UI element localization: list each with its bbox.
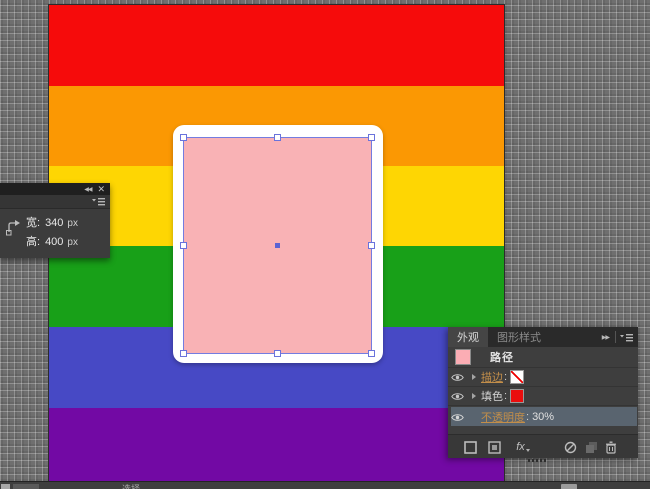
illustrator-workspace: ◀◀ ✕ 宽: 340 px	[0, 0, 650, 489]
opacity-row-content: 不透明度 : 30%	[448, 409, 638, 425]
visibility-toggle[interactable]	[448, 392, 466, 401]
stripe-red[interactable]	[49, 5, 504, 86]
opacity-row[interactable]: 不透明度 : 30%	[448, 406, 638, 428]
scrollbar-track-piece	[13, 484, 39, 489]
fill-colon: :	[504, 390, 507, 402]
opacity-colon: :	[526, 411, 529, 423]
selection-handle-w[interactable]	[180, 242, 187, 249]
delete-item-button[interactable]	[604, 440, 618, 454]
info-panel-body: 宽: 340 px 高: 400 px	[0, 209, 110, 258]
trash-icon	[605, 441, 617, 454]
duplicate-icon	[585, 441, 598, 454]
expand-panels-icon[interactable]: ▶▶	[598, 327, 613, 347]
fill-label: 填色	[481, 388, 503, 404]
add-new-fill-button[interactable]	[487, 440, 501, 454]
eye-icon	[451, 373, 464, 382]
panel-resize-grip[interactable]	[528, 459, 546, 462]
selection-handle-sw[interactable]	[180, 350, 187, 357]
height-unit: px	[67, 237, 78, 248]
clear-appearance-button[interactable]	[563, 440, 577, 454]
selection-center-point	[275, 243, 280, 248]
appearance-toolbar: fx	[448, 434, 638, 458]
status-bar: 选择	[0, 481, 650, 489]
selection-handle-e[interactable]	[368, 242, 375, 249]
collapse-panel-icon[interactable]: ◀◀	[84, 186, 91, 193]
width-value: 340	[45, 217, 63, 229]
tab-graphic-styles[interactable]: 图形样式	[488, 327, 550, 347]
horizontal-scrollbar-thumb[interactable]	[561, 484, 577, 489]
selection-handle-n[interactable]	[274, 134, 281, 141]
eye-icon	[451, 413, 464, 422]
duplicate-item-button[interactable]	[584, 440, 598, 454]
expand-fill-arrow[interactable]	[466, 393, 481, 399]
width-label: 宽:	[26, 217, 40, 229]
stroke-none-swatch[interactable]	[510, 370, 524, 384]
new-fill-icon	[488, 441, 501, 454]
add-effect-button[interactable]: fx	[512, 440, 534, 454]
panel-menu-icon[interactable]	[92, 197, 105, 206]
eye-icon	[451, 392, 464, 401]
visibility-toggle[interactable]	[448, 413, 466, 422]
scrollbar-corner	[1, 484, 10, 489]
selection-handle-nw[interactable]	[180, 134, 187, 141]
tab-appearance[interactable]: 外观	[448, 327, 488, 347]
expand-stroke-arrow[interactable]	[466, 374, 481, 380]
width-unit: px	[67, 218, 78, 229]
path-label: 路径	[490, 349, 514, 365]
width-readout: 宽: 340 px	[26, 214, 78, 230]
path-thumbnail-swatch	[455, 349, 471, 365]
tabbar-separator	[615, 331, 616, 343]
selection-handle-ne[interactable]	[368, 134, 375, 141]
tabbar-spacer	[550, 327, 598, 347]
close-icon[interactable]: ✕	[97, 185, 105, 194]
appearance-panel: 外观 图形样式 ▶▶ 路径	[448, 327, 638, 458]
fill-row[interactable]: 填色 :	[448, 387, 638, 406]
panel-menu-icon[interactable]	[618, 327, 638, 347]
transform-info-panel: ◀◀ ✕ 宽: 340 px	[0, 183, 110, 258]
opacity-value: 30%	[532, 411, 554, 423]
status-tool-label: 选择	[122, 482, 140, 489]
stroke-row[interactable]: 描边 :	[448, 368, 638, 387]
add-new-stroke-button[interactable]	[463, 440, 477, 454]
height-readout: 高: 400 px	[26, 233, 78, 249]
path-header-row[interactable]: 路径	[448, 347, 638, 368]
clear-icon	[564, 441, 577, 454]
fx-icon: fx	[516, 441, 525, 453]
stroke-colon: :	[504, 371, 507, 383]
stroke-link[interactable]: 描边	[481, 369, 503, 385]
fx-dropdown-caret	[526, 449, 530, 452]
stripe-purple[interactable]	[49, 408, 504, 481]
height-label: 高:	[26, 236, 40, 248]
appearance-tabbar: 外观 图形样式 ▶▶	[448, 327, 638, 347]
height-value: 400	[45, 236, 63, 248]
fill-color-swatch[interactable]	[510, 389, 524, 403]
transform-icon	[5, 217, 22, 239]
info-panel-menu-row	[0, 195, 110, 209]
selection-handle-se[interactable]	[368, 350, 375, 357]
triangle-right-icon	[472, 374, 476, 380]
info-panel-titlebar: ◀◀ ✕	[0, 183, 110, 195]
triangle-right-icon	[472, 393, 476, 399]
selection-handle-s[interactable]	[274, 350, 281, 357]
visibility-toggle[interactable]	[448, 373, 466, 382]
opacity-link[interactable]: 不透明度	[481, 409, 525, 425]
new-stroke-icon	[464, 441, 477, 454]
